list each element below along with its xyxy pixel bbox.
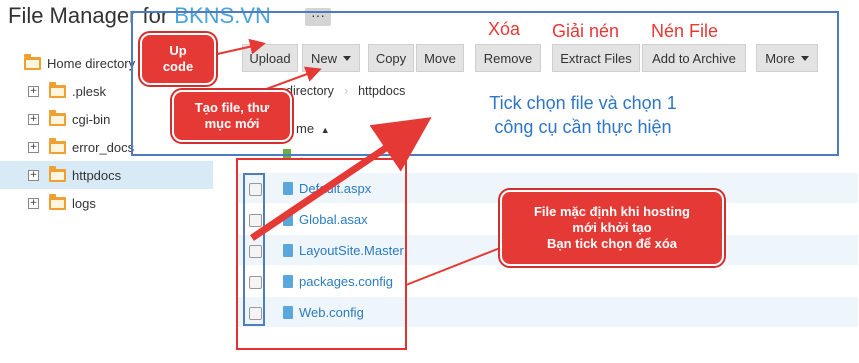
default-files-pointer bbox=[405, 247, 501, 286]
default-files-callout: File mặc định khi hosting mới khởi tạo B… bbox=[500, 190, 724, 266]
upload-code-callout: Up code bbox=[140, 33, 216, 85]
annotation-arrows bbox=[212, 38, 501, 286]
create-file-callout: Tạo file, thư mục mới bbox=[172, 90, 292, 142]
upload-arrow bbox=[212, 38, 266, 56]
